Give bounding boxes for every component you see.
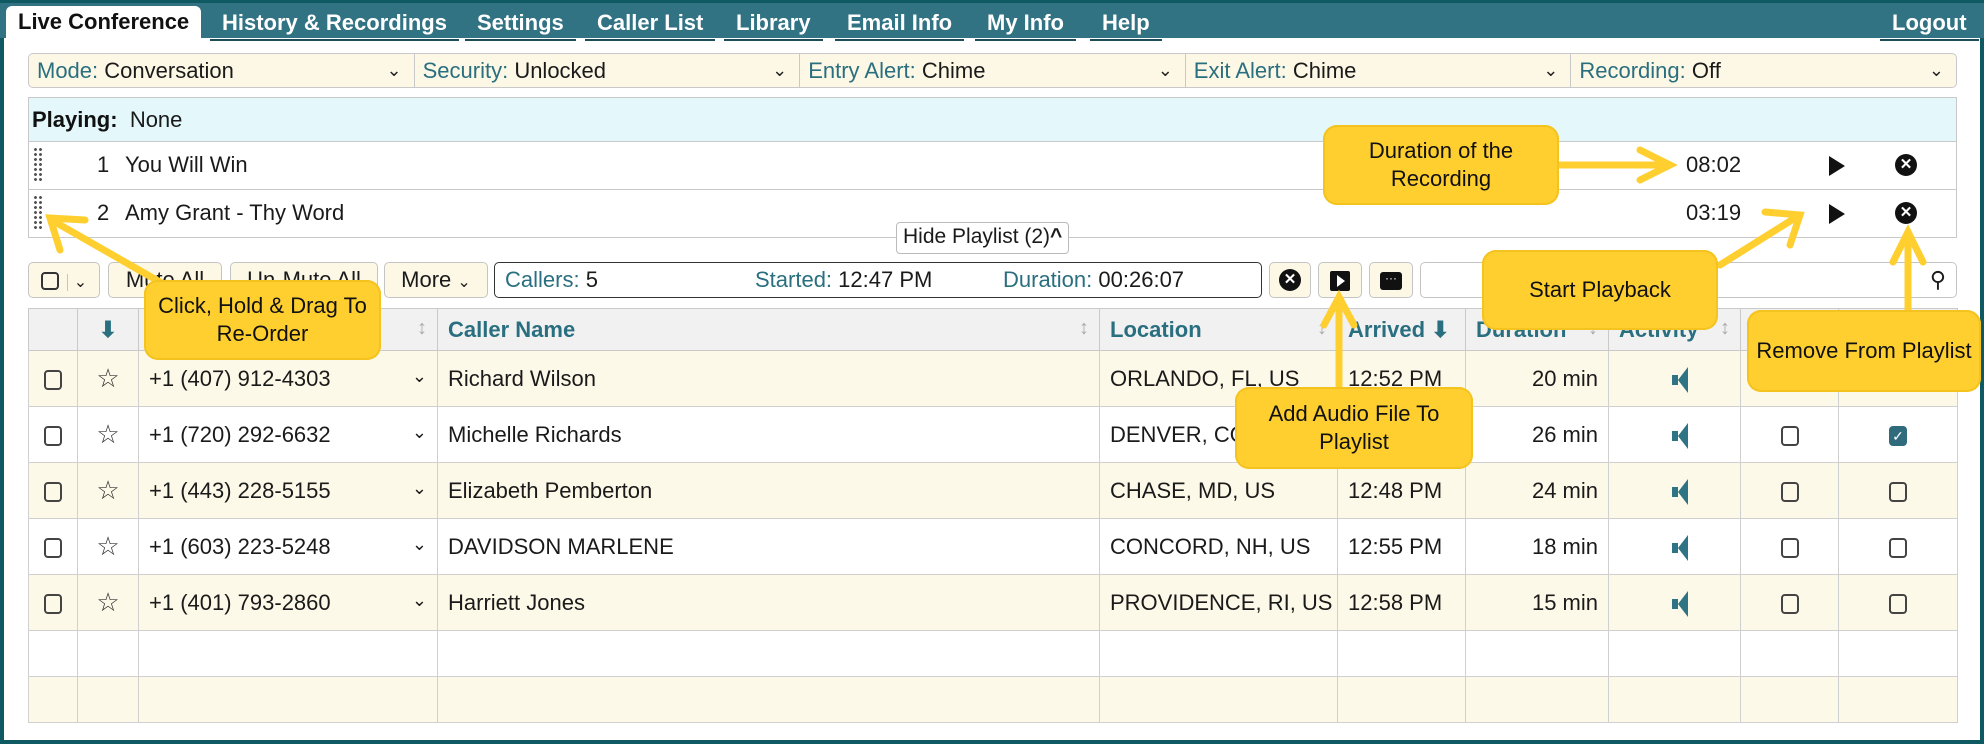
callout-duration: Duration of the Recording — [1323, 125, 1559, 205]
callout-add-audio: Add Audio File To Playlist — [1235, 387, 1473, 469]
callout-remove: Remove From Playlist — [1747, 310, 1981, 392]
callout-drag: Click, Hold & Drag To Re-Order — [144, 280, 381, 360]
arrow-playback — [1716, 214, 1799, 269]
annotation-arrows — [45, 146, 1927, 394]
callout-playback: Start Playback — [1482, 250, 1718, 330]
